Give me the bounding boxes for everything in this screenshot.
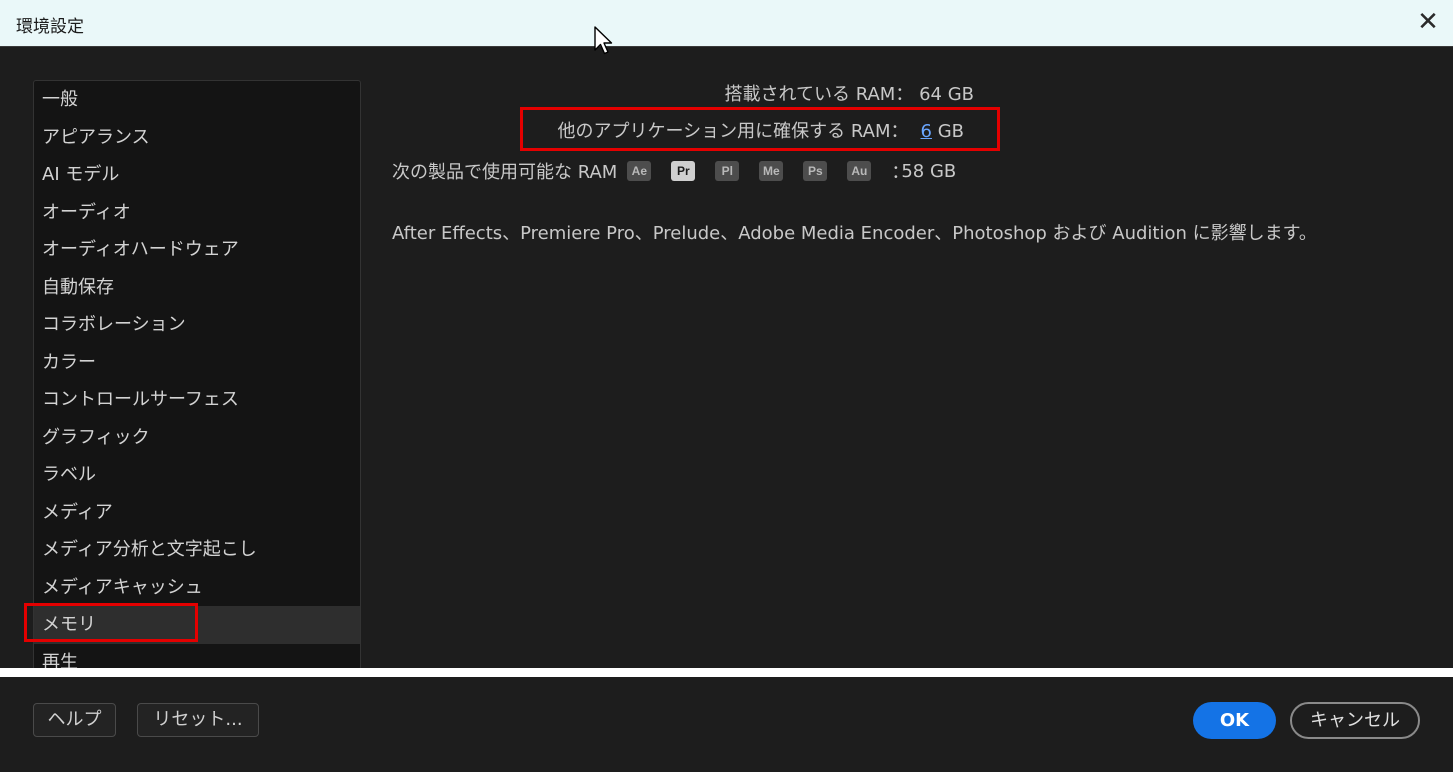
prelude-icon: Pl (715, 161, 740, 181)
sidebar-item-graphics[interactable]: グラフィック (34, 419, 360, 457)
affected-apps-note: After Effects、Premiere Pro、Prelude、Adobe… (392, 223, 1317, 244)
audition-icon: Au (847, 161, 872, 181)
window-title: 環境設定 (16, 17, 84, 37)
ok-button[interactable]: OK (1193, 702, 1276, 739)
sidebar-item-media-analysis[interactable]: メディア分析と文字起こし (34, 531, 360, 569)
sidebar-item-collaboration[interactable]: コラボレーション (34, 306, 360, 344)
sidebar-item-audio-hardware[interactable]: オーディオハードウェア (34, 231, 360, 269)
sidebar-item-playback[interactable]: 再生 (34, 644, 360, 670)
close-icon[interactable]: ✕ (1414, 8, 1442, 36)
available-ram-label: 次の製品で使用可能な RAM (392, 162, 618, 183)
photoshop-icon: Ps (803, 161, 828, 181)
sidebar-item-color[interactable]: カラー (34, 344, 360, 382)
sidebar-item-auto-save[interactable]: 自動保存 (34, 269, 360, 307)
available-ram-row: 次の製品で使用可能な RAM Ae Pr Pl Me Ps Au ： 58 GB (392, 158, 956, 184)
installed-ram-label: 搭載されている RAM： (724, 84, 914, 105)
available-ram-value: 58 GB (901, 160, 957, 182)
sidebar-item-control-surface[interactable]: コントロールサーフェス (34, 381, 360, 419)
help-button[interactable]: ヘルプ (33, 703, 116, 737)
mouse-cursor-icon (594, 26, 613, 55)
media-encoder-icon: Me (759, 161, 784, 181)
preferences-category-list[interactable]: 一般 アピアランス AI モデル オーディオ オーディオハードウェア 自動保存 … (33, 80, 361, 670)
sidebar-item-media[interactable]: メディア (34, 494, 360, 532)
installed-ram-value: 64 GB (919, 84, 974, 105)
installed-ram-row: 搭載されている RAM： 64 GB (0, 80, 974, 106)
cancel-button[interactable]: キャンセル (1290, 702, 1420, 739)
sidebar-item-labels[interactable]: ラベル (34, 456, 360, 494)
sidebar-item-ai-models[interactable]: AI モデル (34, 156, 360, 194)
premiere-pro-icon: Pr (671, 161, 696, 181)
sidebar-item-audio[interactable]: オーディオ (34, 194, 360, 232)
reset-button[interactable]: リセット... (137, 703, 259, 737)
title-bar: 環境設定 ✕ (0, 0, 1453, 47)
divider (0, 668, 1453, 677)
sidebar-item-media-cache[interactable]: メディアキャッシュ (34, 569, 360, 607)
highlight-box-memory (24, 603, 198, 642)
after-effects-icon: Ae (627, 161, 652, 181)
highlight-box-reserved-ram (520, 107, 1000, 151)
